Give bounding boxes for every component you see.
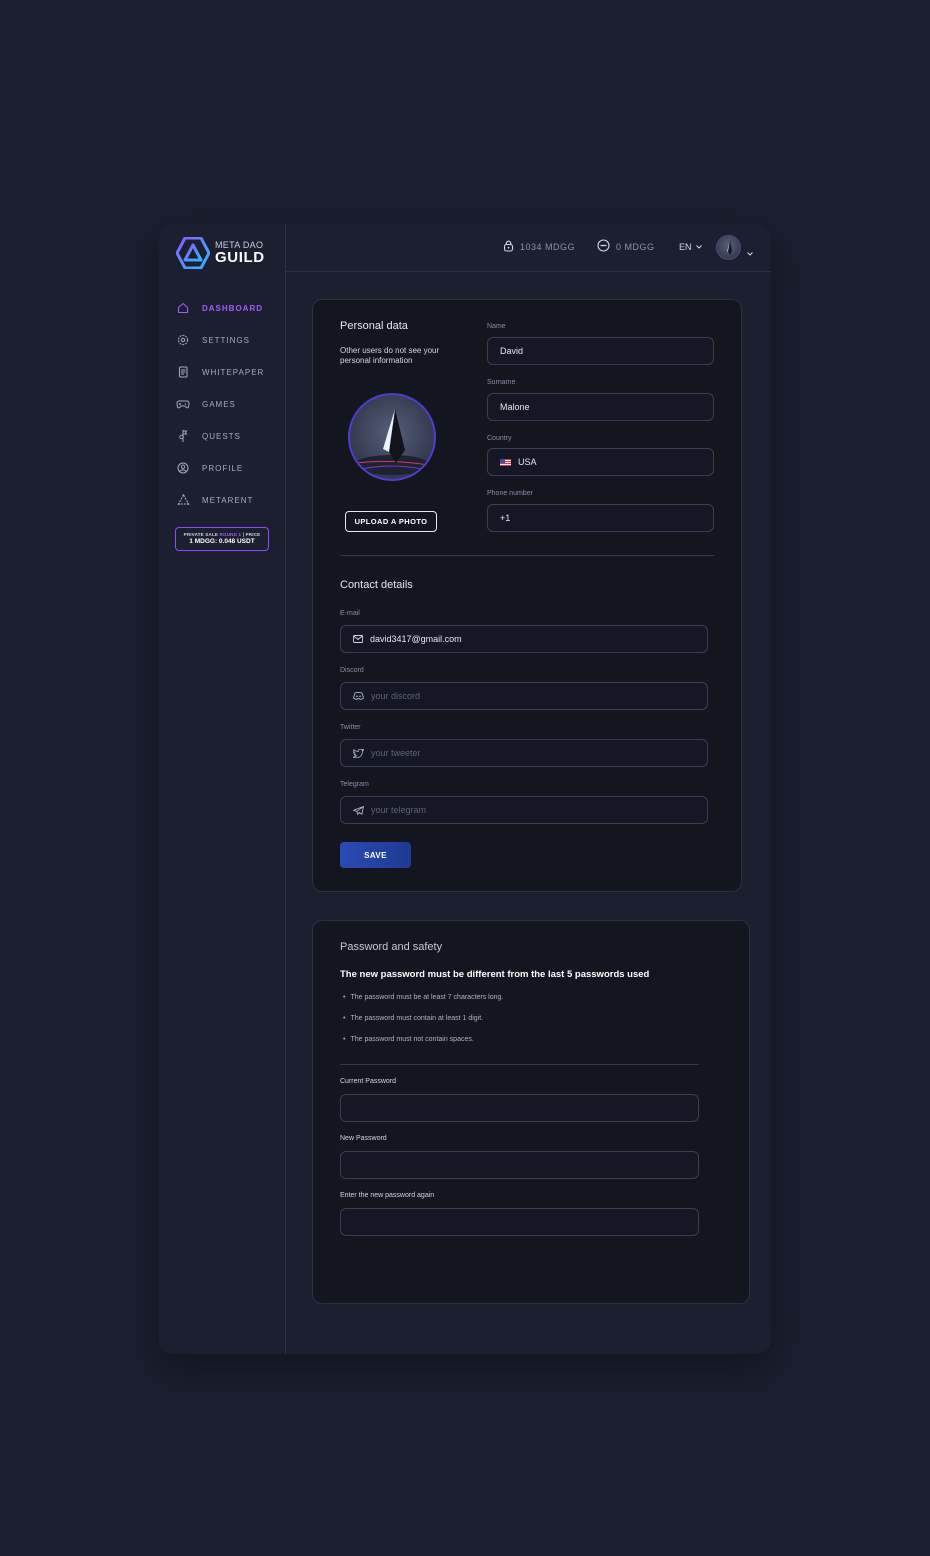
sidebar-item-label: SETTINGS bbox=[202, 335, 251, 345]
section-divider bbox=[340, 1064, 699, 1065]
country-value: USA bbox=[518, 457, 537, 467]
metarent-icon bbox=[175, 492, 191, 508]
us-flag-icon bbox=[500, 458, 511, 466]
sidebar-item-profile[interactable]: PROFILE bbox=[175, 452, 275, 484]
profile-photo[interactable] bbox=[348, 393, 436, 481]
personal-data-title: Personal data bbox=[340, 320, 408, 332]
sidebar-item-settings[interactable]: SETTINGS bbox=[175, 324, 275, 356]
discord-placeholder: your discord bbox=[371, 691, 421, 701]
list-item: • The password must not contain spaces. bbox=[343, 1036, 474, 1043]
sidebar-item-label: METARENT bbox=[202, 495, 254, 505]
password-title: Password and safety bbox=[340, 941, 443, 953]
phone-value: +1 bbox=[500, 513, 511, 523]
sidebar-nav: DASHBOARD SETTINGS WHITEPAPER GAMES QUES… bbox=[175, 292, 275, 516]
phone-label: Phone number bbox=[487, 490, 533, 497]
language-value: EN bbox=[679, 242, 692, 252]
app-window: META DAO GUILD DASHBOARD SETTINGS WHITEP… bbox=[159, 224, 771, 1354]
wallet-icon bbox=[597, 239, 610, 254]
telegram-input[interactable]: your telegram bbox=[340, 796, 708, 824]
profile-icon bbox=[175, 460, 191, 476]
list-item: • The password must be at least 7 charact… bbox=[343, 994, 504, 1001]
wallet-balance[interactable]: 0 MDGG bbox=[597, 239, 655, 254]
promo-price: 1 MDGG: 0.048 USDT bbox=[189, 538, 255, 545]
telegram-icon bbox=[353, 805, 364, 815]
sidebar-item-games[interactable]: GAMES bbox=[175, 388, 275, 420]
name-label: Name bbox=[487, 323, 506, 330]
telegram-placeholder: your telegram bbox=[371, 805, 427, 815]
chevron-down-icon[interactable] bbox=[747, 243, 753, 261]
chevron-down-icon bbox=[695, 245, 702, 249]
password-subtitle: The new password must be different from … bbox=[340, 969, 650, 980]
name-field[interactable]: David bbox=[487, 337, 714, 365]
guild-logo-icon bbox=[176, 237, 210, 269]
promo-suffix: PRICE bbox=[245, 532, 261, 537]
promo-round: ROUND 1 bbox=[219, 532, 242, 537]
privacy-note: Other users do not see your personal inf… bbox=[340, 346, 440, 366]
twitter-icon bbox=[353, 748, 364, 758]
lock-icon bbox=[503, 239, 514, 254]
section-divider bbox=[340, 555, 714, 556]
surname-label: Surname bbox=[487, 379, 516, 386]
locked-balance-value: 1034 MDGG bbox=[520, 241, 576, 252]
brand-bottom: GUILD bbox=[215, 249, 265, 266]
email-field[interactable]: david3417@gmail.com bbox=[340, 625, 708, 653]
email-value: david3417@gmail.com bbox=[370, 634, 462, 644]
sidebar-item-whitepaper[interactable]: WHITEPAPER bbox=[175, 356, 275, 388]
country-select[interactable]: USA bbox=[487, 448, 714, 476]
sidebar: META DAO GUILD DASHBOARD SETTINGS WHITEP… bbox=[159, 224, 286, 1354]
avatar[interactable] bbox=[716, 235, 741, 260]
current-password-label: Current Password bbox=[340, 1078, 397, 1085]
sidebar-item-quests[interactable]: QUESTS bbox=[175, 420, 275, 452]
contact-details-title: Contact details bbox=[340, 579, 413, 591]
sidebar-item-label: GAMES bbox=[202, 399, 236, 409]
profile-form-card: Personal data Other users do not see you… bbox=[312, 299, 742, 892]
gamepad-icon bbox=[175, 396, 191, 412]
repeat-password-label: Enter the new password again bbox=[340, 1192, 435, 1199]
surname-value: Malone bbox=[500, 402, 530, 412]
list-item: • The password must contain at least 1 di… bbox=[343, 1015, 484, 1022]
brand-logo[interactable]: META DAO GUILD bbox=[176, 237, 265, 269]
promo-prefix: PRIVATE SALE bbox=[183, 532, 219, 537]
top-bar: 1034 MDGG 0 MDGG EN bbox=[286, 224, 771, 272]
envelope-icon bbox=[353, 635, 363, 643]
phone-field[interactable]: +1 bbox=[487, 504, 714, 532]
email-label: E-mail bbox=[340, 610, 360, 617]
twitter-placeholder: your tweeter bbox=[371, 748, 421, 758]
name-value: David bbox=[500, 346, 524, 356]
document-icon bbox=[175, 364, 191, 380]
crystal-avatar-icon bbox=[727, 240, 732, 255]
gear-icon bbox=[175, 332, 191, 348]
upload-photo-button[interactable]: UPLOAD A PHOTO bbox=[345, 511, 437, 532]
locked-balance[interactable]: 1034 MDGG bbox=[503, 239, 575, 254]
home-icon bbox=[175, 300, 191, 316]
discord-icon bbox=[353, 692, 364, 700]
sidebar-item-dashboard[interactable]: DASHBOARD bbox=[175, 292, 275, 324]
wallet-balance-value: 0 MDGG bbox=[616, 241, 655, 252]
country-label: Country bbox=[487, 435, 512, 442]
language-selector[interactable]: EN bbox=[679, 242, 702, 252]
crystal-avatar-icon bbox=[354, 409, 430, 475]
save-button[interactable]: SAVE bbox=[340, 842, 411, 868]
private-sale-banner[interactable]: PRIVATE SALE ROUND 1 | PRICE 1 MDGG: 0.0… bbox=[175, 527, 269, 551]
password-rules: • The password must be at least 7 charact… bbox=[343, 994, 503, 1057]
new-password-label: New Password bbox=[340, 1135, 387, 1142]
twitter-input[interactable]: your tweeter bbox=[340, 739, 708, 767]
telegram-label: Telegram bbox=[340, 781, 369, 788]
password-card: Password and safety The new password mus… bbox=[312, 920, 750, 1304]
sidebar-item-label: WHITEPAPER bbox=[202, 367, 265, 377]
quest-icon bbox=[175, 428, 191, 444]
discord-label: Discord bbox=[340, 667, 364, 674]
twitter-label: Twitter bbox=[340, 724, 361, 731]
new-password-input[interactable] bbox=[340, 1151, 699, 1179]
sidebar-item-label: QUESTS bbox=[202, 431, 241, 441]
sidebar-item-metarent[interactable]: METARENT bbox=[175, 484, 275, 516]
discord-input[interactable]: your discord bbox=[340, 682, 708, 710]
sidebar-item-label: PROFILE bbox=[202, 463, 244, 473]
sidebar-item-label: DASHBOARD bbox=[202, 303, 263, 313]
repeat-password-input[interactable] bbox=[340, 1208, 699, 1236]
surname-field[interactable]: Malone bbox=[487, 393, 714, 421]
current-password-input[interactable] bbox=[340, 1094, 699, 1122]
